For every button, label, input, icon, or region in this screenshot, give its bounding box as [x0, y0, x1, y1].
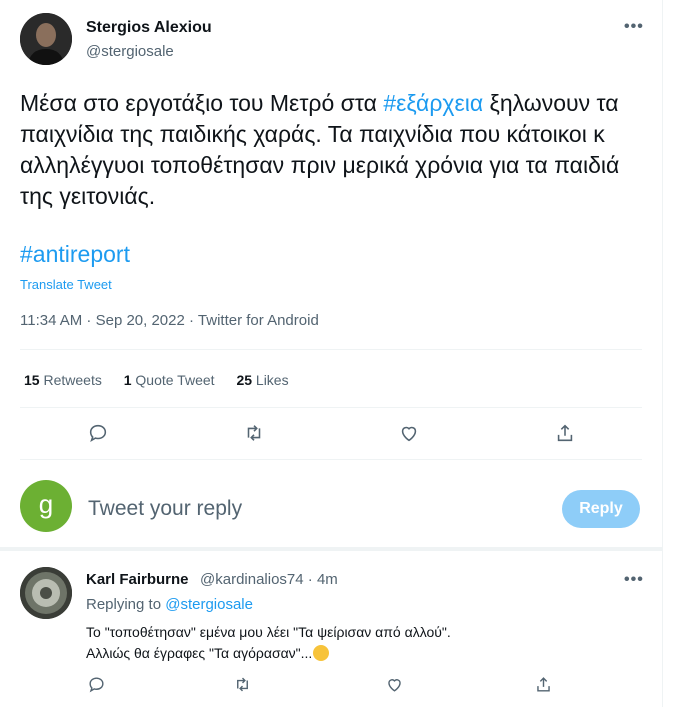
reply-input[interactable]: Tweet your reply [88, 497, 242, 521]
author-handle[interactable]: @stergiosale [86, 43, 174, 60]
share-icon[interactable] [534, 675, 553, 694]
tweet-thread: Stergios Alexiou @stergiosale ••• Μέσα σ… [0, 0, 663, 707]
tweet-metadata: 11:34 AM · Sep 20, 2022 · Twitter for An… [20, 312, 319, 329]
retweets-stat[interactable]: 15 Retweets [24, 372, 102, 388]
likes-stat[interactable]: 25 Likes [236, 372, 288, 388]
reply-button[interactable]: Reply [562, 490, 640, 528]
author-name[interactable]: Stergios Alexiou [86, 19, 212, 37]
replying-to: Replying to @stergiosale [86, 596, 253, 613]
hashtag-link[interactable]: #antireport [20, 241, 130, 268]
like-icon[interactable] [398, 422, 420, 444]
share-icon[interactable] [554, 422, 576, 444]
winking-face-icon [313, 645, 330, 661]
divider [20, 459, 642, 460]
reply-icon[interactable] [87, 422, 109, 444]
reply-text: Το "τοποθέτησαν" εμένα μου λέει "Τα ψείρ… [86, 622, 646, 664]
more-options-icon[interactable]: ••• [624, 571, 644, 589]
reply-icon[interactable] [87, 675, 106, 694]
retweet-icon[interactable] [243, 422, 265, 444]
divider [0, 547, 662, 551]
like-icon[interactable] [385, 675, 404, 694]
avatar[interactable] [20, 567, 72, 619]
quotes-stat[interactable]: 1 Quote Tweet [124, 372, 215, 388]
divider [20, 407, 642, 408]
tweet-text: Μέσα στο εργοτάξιο του Μετρό στα #εξάρχε… [20, 90, 620, 209]
divider [20, 349, 642, 350]
avatar[interactable] [20, 13, 72, 65]
tweet-stats: 15 Retweets 1 Quote Tweet 25 Likes [24, 372, 307, 388]
mention-link[interactable]: @stergiosale [165, 596, 253, 613]
avatar: g [20, 480, 72, 532]
translate-tweet-link[interactable]: Translate Tweet [20, 277, 112, 292]
reply-author-name[interactable]: Karl Fairburne [86, 571, 189, 588]
reply-line: Το "τοποθέτησαν" εμένα μου λέει "Τα ψείρ… [86, 624, 451, 640]
reply-line: Αλλιώς θα έγραφες "Τα αγόρασαν"... [86, 643, 646, 664]
reply-author-handle[interactable]: @kardinalios74 · 4m [200, 571, 338, 588]
more-options-icon[interactable]: ••• [624, 18, 644, 36]
retweet-icon[interactable] [233, 675, 252, 694]
hashtag-link[interactable]: #εξάρχεια [383, 90, 483, 116]
